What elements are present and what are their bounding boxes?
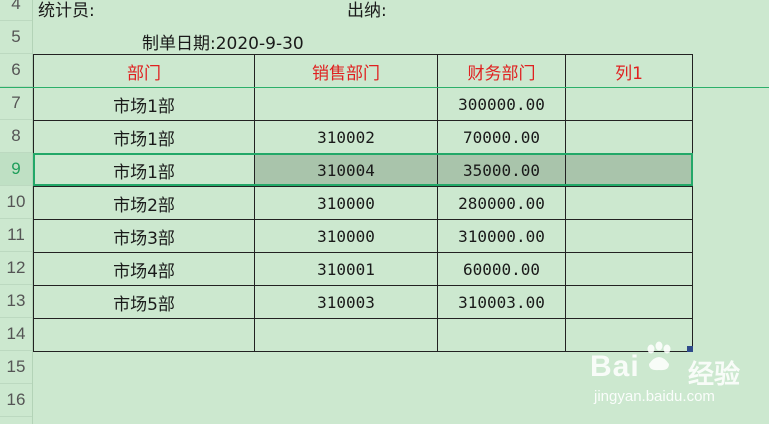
data-table: 部门 销售部门 财务部门 列1 市场1部 300000.00 市场1部 3100… <box>33 54 693 352</box>
cashier-label: 出纳: <box>347 1 387 21</box>
cell-dept[interactable]: 市场1部 <box>33 120 255 154</box>
header-cell-col1[interactable]: 列1 <box>565 54 693 88</box>
row-header-5[interactable]: 5 <box>0 21 32 54</box>
cell-sales[interactable] <box>254 87 438 121</box>
cell-col1[interactable] <box>565 120 693 154</box>
watermark-cn-text: 经验 <box>688 360 741 390</box>
watermark-url: jingyan.baidu.com <box>594 388 715 405</box>
cell-dept[interactable]: 市场1部 <box>33 153 255 187</box>
paw-icon <box>647 341 671 371</box>
row-header-9[interactable]: 9 <box>0 153 32 186</box>
date-label: 制单日期:2020-9-30 <box>142 34 304 54</box>
row-header-11[interactable]: 11 <box>0 219 32 252</box>
table-row: 市场3部 310000 310000.00 <box>33 219 693 253</box>
cell-dept[interactable]: 市场2部 <box>33 186 255 220</box>
cell-finance[interactable]: 35000.00 <box>437 153 566 187</box>
cell-finance[interactable]: 70000.00 <box>437 120 566 154</box>
table-row: 市场5部 310003 310003.00 <box>33 285 693 319</box>
cell-finance[interactable]: 280000.00 <box>437 186 566 220</box>
table-row: 市场4部 310001 60000.00 <box>33 252 693 286</box>
header-cell-dept[interactable]: 部门 <box>33 54 255 88</box>
cell-finance[interactable]: 60000.00 <box>437 252 566 286</box>
cell-col1[interactable] <box>565 252 693 286</box>
freeze-pane-line <box>0 87 769 88</box>
header-cell-sales[interactable]: 销售部门 <box>254 54 438 88</box>
row-header-10[interactable]: 10 <box>0 186 32 219</box>
cell-sales[interactable]: 310000 <box>254 219 438 253</box>
cell-sales[interactable]: 310001 <box>254 252 438 286</box>
row-header-8[interactable]: 8 <box>0 120 32 153</box>
cell-finance[interactable]: 310003.00 <box>437 285 566 319</box>
cell-finance[interactable] <box>437 318 566 352</box>
cell-col1[interactable] <box>565 285 693 319</box>
cell-finance[interactable]: 310000.00 <box>437 219 566 253</box>
cell-dept[interactable] <box>33 318 255 352</box>
cell-col1[interactable] <box>565 219 693 253</box>
cell-sales[interactable]: 310003 <box>254 285 438 319</box>
stat-label: 统计员: <box>38 1 95 21</box>
cell-col1[interactable] <box>565 153 693 187</box>
baidu-jingyan-watermark: Bai 经验 jingyan.baidu.com <box>590 340 765 410</box>
watermark-logo-text: Bai <box>590 350 640 383</box>
table-header-row: 部门 销售部门 财务部门 列1 <box>33 54 693 88</box>
cell-sales[interactable] <box>254 318 438 352</box>
row-header-15[interactable]: 15 <box>0 351 32 384</box>
table-row: 市场2部 310000 280000.00 <box>33 186 693 220</box>
cell-dept[interactable]: 市场4部 <box>33 252 255 286</box>
row-header-column: 4 5 6 7 8 9 10 11 12 13 14 15 16 <box>0 0 33 424</box>
row-header-13[interactable]: 13 <box>0 285 32 318</box>
cell-col1[interactable] <box>565 87 693 121</box>
cell-dept[interactable]: 市场3部 <box>33 219 255 253</box>
row-header-4[interactable]: 4 <box>0 0 32 21</box>
row-header-14[interactable]: 14 <box>0 318 32 351</box>
row-header-6[interactable]: 6 <box>0 54 32 87</box>
cell-dept[interactable]: 市场1部 <box>33 87 255 121</box>
row-header-12[interactable]: 12 <box>0 252 32 285</box>
row-header-7[interactable]: 7 <box>0 87 32 120</box>
table-row: 市场1部 310002 70000.00 <box>33 120 693 154</box>
cell-sales[interactable]: 310000 <box>254 186 438 220</box>
cell-finance[interactable]: 300000.00 <box>437 87 566 121</box>
cell-col1[interactable] <box>565 186 693 220</box>
cell-sales[interactable]: 310002 <box>254 120 438 154</box>
table-row-selected: 市场1部 310004 35000.00 <box>33 153 693 187</box>
row-header-16[interactable]: 16 <box>0 384 32 417</box>
table-row: 市场1部 300000.00 <box>33 87 693 121</box>
cell-sales[interactable]: 310004 <box>254 153 438 187</box>
header-cell-finance[interactable]: 财务部门 <box>437 54 566 88</box>
cell-dept[interactable]: 市场5部 <box>33 285 255 319</box>
